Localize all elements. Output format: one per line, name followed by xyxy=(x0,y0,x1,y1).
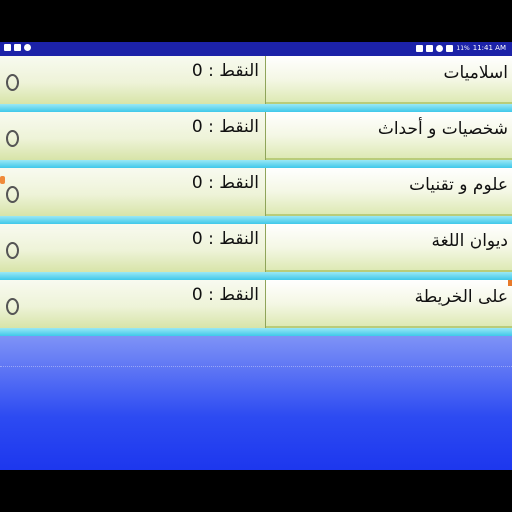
category-title-cell[interactable]: على الخريطة xyxy=(266,280,512,328)
status-bar: 11% 11:41 AM xyxy=(0,42,512,56)
category-title: اسلاميات xyxy=(443,63,508,83)
radio-button[interactable] xyxy=(6,186,19,203)
mute-icon xyxy=(416,45,424,52)
radio-button[interactable] xyxy=(6,74,19,91)
category-title: علوم و تقنيات xyxy=(409,175,508,195)
score-label: النقط : 0 xyxy=(191,285,259,305)
category-title-cell[interactable]: شخصيات و أحداث xyxy=(266,112,512,160)
category-title-cell[interactable]: ديوان اللغة xyxy=(266,224,512,272)
category-row[interactable]: النقط : 0 ديوان اللغة xyxy=(0,224,512,280)
score-label: النقط : 0 xyxy=(191,61,259,81)
wifi-icon xyxy=(436,45,444,52)
score-label: النقط : 0 xyxy=(191,173,259,193)
score-label: النقط : 0 xyxy=(191,117,259,137)
radio-button[interactable] xyxy=(6,298,19,315)
category-title: ديوان اللغة xyxy=(431,231,508,251)
score-cell: النقط : 0 xyxy=(0,168,266,216)
divider xyxy=(0,366,512,367)
corner-marker-icon xyxy=(508,280,512,286)
status-time: 11:41 AM xyxy=(472,44,506,52)
battery-level: 11% xyxy=(456,45,470,52)
category-title: على الخريطة xyxy=(414,287,508,307)
score-label: النقط : 0 xyxy=(191,229,259,249)
alarm-icon xyxy=(426,45,434,52)
radio-button[interactable] xyxy=(6,130,19,147)
category-title-cell[interactable]: علوم و تقنيات xyxy=(266,168,512,216)
score-cell: النقط : 0 xyxy=(0,112,266,160)
score-cell: النقط : 0 xyxy=(0,56,266,104)
orange-marker-icon xyxy=(0,176,5,184)
radio-button[interactable] xyxy=(6,242,19,259)
sync-icon xyxy=(24,44,31,51)
category-title-cell[interactable]: اسلاميات xyxy=(266,56,512,104)
app-screen: 11% 11:41 AM النقط : 0 اسلاميات النقط : … xyxy=(0,42,512,470)
signal-icon xyxy=(446,45,454,52)
image-icon xyxy=(14,44,21,51)
category-row[interactable]: النقط : 0 على الخريطة xyxy=(0,280,512,336)
category-row[interactable]: النقط : 0 علوم و تقنيات xyxy=(0,168,512,224)
category-list: النقط : 0 اسلاميات النقط : 0 شخصيات و أح… xyxy=(0,56,512,336)
category-row[interactable]: النقط : 0 شخصيات و أحداث xyxy=(0,112,512,168)
background-area xyxy=(0,336,512,470)
score-cell: النقط : 0 xyxy=(0,224,266,272)
category-row[interactable]: النقط : 0 اسلاميات xyxy=(0,56,512,112)
notification-icons xyxy=(4,44,31,51)
notification-icon xyxy=(4,44,11,51)
score-cell: النقط : 0 xyxy=(0,280,266,328)
system-icons: 11% 11:41 AM xyxy=(416,44,506,53)
category-title: شخصيات و أحداث xyxy=(377,119,508,139)
